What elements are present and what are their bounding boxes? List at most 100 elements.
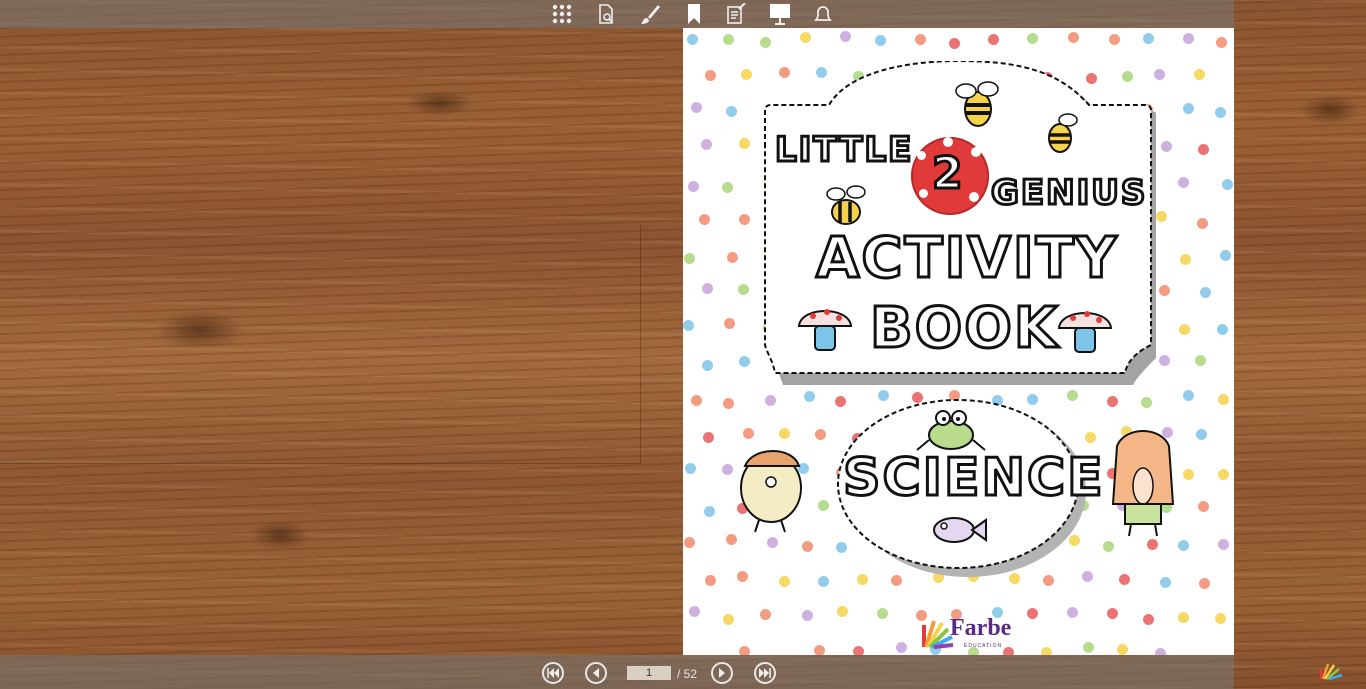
polka-dot xyxy=(1215,613,1227,625)
polka-dot xyxy=(739,214,751,226)
polka-dot xyxy=(740,69,752,81)
polka-dot xyxy=(722,33,734,45)
first-page-button[interactable] xyxy=(542,662,564,684)
polka-dot xyxy=(721,181,733,193)
thumbnails-icon[interactable] xyxy=(550,2,574,26)
bee-illustration xyxy=(826,185,866,225)
polka-dot xyxy=(688,180,700,192)
polka-dot xyxy=(1197,144,1209,156)
polka-dot xyxy=(800,32,812,44)
title-book: BOOK xyxy=(868,295,1060,363)
polka-dot xyxy=(737,571,749,583)
last-page-button[interactable] xyxy=(754,662,776,684)
frog-illustration xyxy=(916,410,986,451)
polka-dot xyxy=(1177,611,1189,623)
polka-dot xyxy=(684,253,696,265)
polka-dot xyxy=(1179,253,1191,265)
top-toolbar xyxy=(0,0,1234,28)
polka-dot xyxy=(702,432,714,444)
polka-dot xyxy=(1082,642,1094,654)
polka-dot xyxy=(766,536,778,548)
next-page-button[interactable] xyxy=(711,662,733,684)
polka-dot xyxy=(1159,284,1171,296)
polka-dot xyxy=(802,540,814,552)
polka-dot xyxy=(690,394,702,406)
mushroom-illustration xyxy=(1057,311,1113,353)
polka-dot xyxy=(683,319,695,331)
flipbook-brand-icon xyxy=(1319,663,1343,680)
presentation-icon[interactable] xyxy=(768,2,792,26)
polka-dot xyxy=(1040,647,1052,655)
polka-dot xyxy=(701,138,713,150)
polka-dot xyxy=(1216,323,1228,335)
polka-dot xyxy=(1155,211,1167,223)
polka-dot xyxy=(1143,32,1155,44)
title-genius: GENIUS xyxy=(989,172,1148,215)
fan-logo-icon xyxy=(922,620,954,649)
polka-dot xyxy=(727,251,739,263)
polka-dot xyxy=(1215,37,1227,49)
polka-dot xyxy=(1142,613,1154,625)
polka-dot xyxy=(813,644,825,655)
polka-dot xyxy=(1222,178,1234,190)
polka-dot xyxy=(684,463,696,475)
polka-dot xyxy=(1183,103,1195,115)
title-little: LITTLE xyxy=(773,129,914,172)
polka-dot xyxy=(837,606,849,618)
polka-dot xyxy=(987,33,999,45)
brush-icon[interactable] xyxy=(638,2,662,26)
polka-dot xyxy=(725,105,737,117)
bookmark-icon[interactable] xyxy=(682,2,706,26)
polka-dot xyxy=(738,646,750,655)
polka-dot xyxy=(1195,354,1207,366)
polka-dot xyxy=(1159,577,1171,589)
polka-dot xyxy=(1068,32,1080,44)
polka-dot xyxy=(739,356,751,368)
polka-dot xyxy=(1195,429,1207,441)
polka-dot xyxy=(701,283,713,295)
wood-knot xyxy=(155,310,245,350)
polka-dot xyxy=(1182,390,1194,402)
polka-dot xyxy=(684,537,696,549)
polka-dot xyxy=(1178,176,1190,188)
polka-dot xyxy=(686,34,698,46)
polka-dot xyxy=(1193,69,1205,81)
notes-icon[interactable] xyxy=(724,2,748,26)
polka-dot xyxy=(1217,538,1229,550)
polka-dot xyxy=(1219,250,1231,262)
wood-plank xyxy=(0,225,641,464)
polka-dot xyxy=(874,35,886,47)
polka-dot xyxy=(723,318,735,330)
polka-dot xyxy=(1159,354,1171,366)
polka-dot xyxy=(1108,33,1120,45)
polka-dot xyxy=(840,30,852,42)
polka-dot xyxy=(895,642,907,654)
previous-page-button[interactable] xyxy=(585,662,607,684)
polka-dot xyxy=(1117,644,1129,655)
search-document-icon[interactable] xyxy=(594,2,618,26)
polka-dot xyxy=(699,213,711,225)
polka-dot xyxy=(738,283,750,295)
fish-illustration xyxy=(933,517,987,543)
page-number-input[interactable] xyxy=(627,666,671,680)
polka-dot xyxy=(1178,324,1190,336)
polka-dot xyxy=(1217,394,1229,406)
polka-dot xyxy=(852,646,864,655)
wood-knot xyxy=(405,90,475,116)
polka-dot xyxy=(1119,573,1131,585)
publisher-subtitle: EDUCATION xyxy=(964,643,1003,649)
polka-dot xyxy=(1199,286,1211,298)
polka-dot xyxy=(1106,608,1118,620)
polka-dot xyxy=(915,33,927,45)
polka-dot xyxy=(1218,468,1230,480)
wood-knot xyxy=(1300,95,1360,125)
polka-dot xyxy=(759,37,771,49)
polka-dot xyxy=(1215,106,1226,118)
polka-dot xyxy=(759,608,771,620)
polka-dot xyxy=(701,360,713,372)
publisher-name: Farbe xyxy=(950,615,1012,641)
polka-dot xyxy=(703,505,715,517)
bell-icon[interactable] xyxy=(811,2,835,26)
polka-dot xyxy=(1026,33,1038,45)
book-cover-page: LITTLE 2 GENIUS ACTIVITY BOOK SCIENCE Fa… xyxy=(683,28,1234,655)
